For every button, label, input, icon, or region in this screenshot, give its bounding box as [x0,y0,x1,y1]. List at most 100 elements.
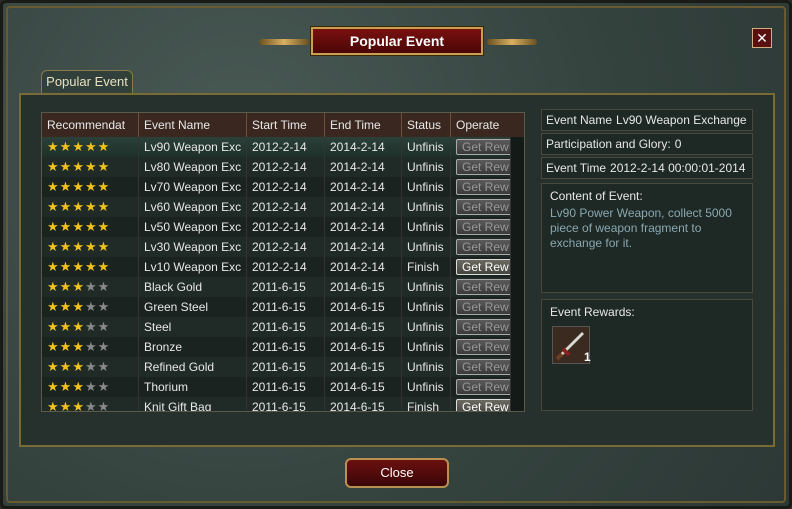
star-icon: ★ [72,279,84,294]
event-name-cell: Refined Gold [139,357,247,377]
star-icon: ★ [47,339,59,354]
status-cell: Unfinis [402,337,451,357]
table-row[interactable]: ★★★★★ Lv70 Weapon Exc 2012-2-14 2014-2-14 Un… [42,177,511,197]
recommend-stars: ★★★★★ [42,277,139,297]
star-icon: ★ [47,179,59,194]
end-time-cell: 2014-6-15 [325,317,402,337]
table-row[interactable]: ★★★★★ Lv60 Weapon Exc 2012-2-14 2014-2-14 Un… [42,197,511,217]
table-row[interactable]: ★★★★★ Refined Gold 2011-6-15 2014-6-15 Unfin… [42,357,511,377]
get-reward-button[interactable]: Get Rew [456,399,510,411]
table-row[interactable]: ★★★★★ Lv50 Weapon Exc 2012-2-14 2014-2-14 Un… [42,217,511,237]
recommend-stars: ★★★★★ [42,297,139,317]
star-icon: ★ [84,359,97,374]
end-time-cell: 2014-2-14 [325,237,402,257]
get-reward-button[interactable]: Get Rew [456,279,510,295]
get-reward-button[interactable]: Get Rew [456,379,510,395]
star-icon: ★ [84,219,97,234]
get-reward-button[interactable]: Get Rew [456,259,510,275]
start-time-cell: 2012-2-14 [247,137,325,157]
event-time-value: 2012-2-14 00:00:01-2014 [610,161,746,175]
header-event-name[interactable]: Event Name [139,113,247,137]
star-icon: ★ [47,399,59,412]
header-status[interactable]: Status [402,113,451,137]
window-title: Popular Event [310,26,484,56]
get-reward-button[interactable]: Get Rew [456,359,510,375]
operate-cell: Get Rew [451,277,511,297]
close-icon[interactable]: ✕ [752,28,772,48]
tab-popular-event[interactable]: Popular Event [41,70,133,94]
star-icon: ★ [84,139,97,154]
star-icon: ★ [97,379,110,394]
glory-field: Participation and Glory: 0 [541,133,753,155]
title-ornament-left [259,39,309,45]
get-reward-button[interactable]: Get Rew [456,299,510,315]
recommend-stars: ★★★★★ [42,337,139,357]
recommend-stars: ★★★★★ [42,257,139,277]
close-button[interactable]: Close [345,458,449,488]
header-end-time[interactable]: End Time [325,113,402,137]
event-name-cell: Thorium [139,377,247,397]
event-table: Recommendat Event Name Start Time End Ti… [41,112,525,412]
table-row[interactable]: ★★★★★ Black Gold 2011-6-15 2014-6-15 Unfinis… [42,277,511,297]
table-row[interactable]: ★★★★★ Knit Gift Bag 2011-6-15 2014-6-15 Fini… [42,397,511,412]
event-name-cell: Black Gold [139,277,247,297]
recommend-stars: ★★★★★ [42,317,139,337]
start-time-cell: 2011-6-15 [247,357,325,377]
get-reward-button[interactable]: Get Rew [456,179,510,195]
star-icon: ★ [72,159,84,174]
event-name-label: Event Name [546,113,613,127]
table-row[interactable]: ★★★★★ Lv30 Weapon Exc 2012-2-14 2014-2-14 Un… [42,237,511,257]
title-banner: Popular Event [259,25,537,61]
end-time-cell: 2014-6-15 [325,357,402,377]
star-icon: ★ [97,299,110,314]
get-reward-button[interactable]: Get Rew [456,239,510,255]
event-name-cell: Lv30 Weapon Exc [139,237,247,257]
operate-cell: Get Rew [451,317,511,337]
header-start-time[interactable]: Start Time [247,113,325,137]
reward-count: 1 [584,350,591,364]
star-icon: ★ [59,159,72,174]
table-row[interactable]: ★★★★★ Lv80 Weapon Exc 2012-2-14 2014-2-14 Un… [42,157,511,177]
recommend-stars: ★★★★★ [42,357,139,377]
star-icon: ★ [97,179,110,194]
get-reward-button[interactable]: Get Rew [456,339,510,355]
get-reward-button[interactable]: Get Rew [456,139,510,155]
star-icon: ★ [47,299,59,314]
status-cell: Unfinis [402,277,451,297]
star-icon: ★ [59,199,72,214]
status-cell: Unfinis [402,377,451,397]
get-reward-button[interactable]: Get Rew [456,319,510,335]
star-icon: ★ [72,359,84,374]
status-cell: Unfinis [402,197,451,217]
status-cell: Unfinis [402,217,451,237]
operate-cell: Get Rew [451,297,511,317]
get-reward-button[interactable]: Get Rew [456,159,510,175]
operate-cell: Get Rew [451,377,511,397]
header-recommend[interactable]: Recommendat [42,113,139,137]
recommend-stars: ★★★★★ [42,237,139,257]
table-row[interactable]: ★★★★★ Thorium 2011-6-15 2014-6-15 Unfinis Get… [42,377,511,397]
status-cell: Unfinis [402,357,451,377]
get-reward-button[interactable]: Get Rew [456,219,510,235]
event-name-cell: Lv80 Weapon Exc [139,157,247,177]
table-row[interactable]: ★★★★★ Bronze 2011-6-15 2014-6-15 Unfinis Get … [42,337,511,357]
start-time-cell: 2011-6-15 [247,317,325,337]
start-time-cell: 2011-6-15 [247,337,325,357]
get-reward-button[interactable]: Get Rew [456,199,510,215]
table-row[interactable]: ★★★★★ Lv10 Weapon Exc 2012-2-14 2014-2-14 Fi… [42,257,511,277]
star-icon: ★ [47,239,59,254]
event-name-cell: Knit Gift Bag [139,397,247,411]
star-icon: ★ [59,299,72,314]
event-time-label: Event Time [546,161,607,175]
star-icon: ★ [59,179,72,194]
end-time-cell: 2014-6-15 [325,297,402,317]
star-icon: ★ [72,239,84,254]
header-operate[interactable]: Operate [451,113,524,137]
recommend-stars: ★★★★★ [42,397,139,412]
table-row[interactable]: ★★★★★ Steel 2011-6-15 2014-6-15 Unfinis Get R… [42,317,511,337]
table-row[interactable]: ★★★★★ Lv90 Weapon Exc 2012-2-14 2014-2-14 Un… [42,137,511,157]
star-icon: ★ [72,399,84,412]
start-time-cell: 2012-2-14 [247,177,325,197]
star-icon: ★ [72,179,84,194]
table-row[interactable]: ★★★★★ Green Steel 2011-6-15 2014-6-15 Unfini… [42,297,511,317]
